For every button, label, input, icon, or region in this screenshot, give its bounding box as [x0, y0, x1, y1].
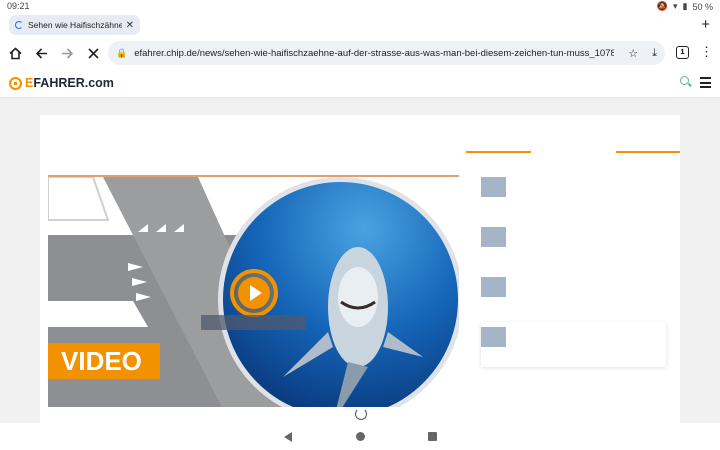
sidebar-thumbnail[interactable] [481, 277, 506, 297]
forward-button[interactable] [54, 40, 80, 66]
new-tab-button[interactable]: + [701, 16, 710, 33]
sidebar-thumbnail[interactable] [481, 227, 506, 247]
mute-icon: 🔕 [656, 1, 668, 11]
tab-title: Sehen wie Haifischzähne a [28, 20, 122, 30]
wifi-icon: ▾ [673, 1, 678, 11]
play-button[interactable] [230, 269, 278, 317]
close-icon [87, 47, 99, 59]
more-menu-icon[interactable]: ⋮ [700, 44, 713, 60]
video-badge: VIDEO [48, 343, 160, 379]
arrow-left-icon [35, 47, 47, 59]
sidebar-tab-underline [616, 151, 680, 153]
back-button[interactable] [28, 40, 54, 66]
nav-back-icon[interactable] [284, 432, 292, 442]
status-icons: 🔕 ▾ ▮ 50 % [657, 1, 713, 12]
tab-switcher-button[interactable]: 1 [676, 46, 689, 59]
hamburger-menu-icon[interactable] [700, 77, 711, 91]
browser-tab[interactable]: Sehen wie Haifischzähne a ✕ [9, 15, 140, 35]
arrow-right-icon [61, 47, 73, 59]
home-button[interactable] [2, 40, 28, 66]
video-player[interactable]: VIDEO [48, 175, 459, 407]
nav-recents-icon[interactable] [428, 432, 437, 441]
address-bar[interactable]: 🔒 efahrer.chip.de/news/sehen-wie-haifisc… [108, 41, 665, 65]
sidebar-thumbnail[interactable] [481, 327, 506, 347]
site-logo[interactable]: E FAHRER.com [9, 76, 114, 90]
site-header: E FAHRER.com [0, 68, 720, 98]
system-navigation-bar [0, 423, 720, 450]
battery-icon: ▮ [682, 1, 688, 11]
lock-icon: 🔒 [116, 47, 128, 58]
logo-text: FAHRER.com [33, 76, 114, 90]
sidebar-card[interactable] [481, 322, 666, 367]
logo-accent: E [25, 76, 34, 90]
battery-level: 50 % [692, 1, 713, 12]
url-text: efahrer.chip.de/news/sehen-wie-haifischz… [134, 47, 615, 59]
nav-home-icon[interactable] [356, 432, 365, 441]
play-icon [249, 285, 262, 301]
tab-strip: Sehen wie Haifischzähne a ✕ + [0, 13, 720, 38]
logo-mark-icon [9, 76, 22, 90]
status-time: 09:21 [7, 1, 30, 11]
sidebar-tab-underline [466, 151, 531, 153]
download-icon[interactable]: ⤓ [652, 47, 657, 60]
page-loading-icon [355, 408, 367, 420]
sidebar-thumbnail[interactable] [481, 177, 506, 197]
video-loading-bar [201, 315, 306, 330]
stop-loading-button[interactable] [80, 40, 106, 66]
search-icon[interactable] [680, 76, 689, 85]
browser-toolbar: 🔒 efahrer.chip.de/news/sehen-wie-haifisc… [0, 38, 720, 68]
loading-spinner-icon [15, 21, 23, 29]
bookmark-star-icon[interactable]: ☆ [628, 47, 638, 60]
system-status-bar: 09:21 🔕 ▾ ▮ 50 % [0, 0, 720, 13]
home-icon [8, 46, 22, 59]
close-tab-icon[interactable]: ✕ [126, 20, 134, 31]
